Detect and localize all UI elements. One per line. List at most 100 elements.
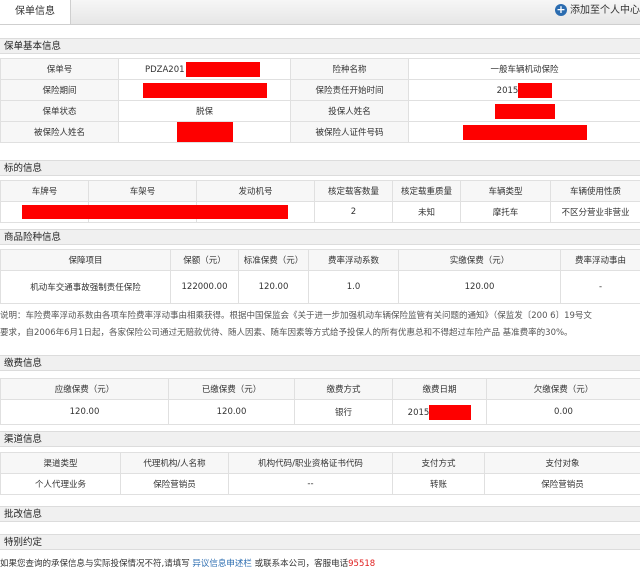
service-phone: 95518	[348, 559, 376, 569]
tab-bar: 保单信息 + 添加至个人中心	[0, 0, 640, 25]
label-insured-id: 被保险人证件号码	[290, 121, 409, 143]
cell-rate-factor: 1.0	[308, 270, 399, 304]
header-payment-method: 缴费方式	[294, 378, 393, 400]
value-coverage-start: 2015	[408, 79, 640, 101]
redaction-mark	[518, 82, 553, 98]
table-row: 保险期间 保险责任开始时间 2015	[0, 79, 640, 101]
redaction-mark	[185, 61, 260, 77]
payment-info-table: 应缴保费（元） 已缴保费（元） 缴费方式 缴费日期 欠缴保费（元） 120.00…	[0, 378, 640, 425]
channel-info-table: 渠道类型 代理机构/人名称 机构代码/职业资格证书代码 支付方式 支付对象 个人…	[0, 452, 640, 495]
section-product-title: 商品险种信息	[0, 229, 640, 245]
cell-agency-code: --	[228, 473, 393, 495]
header-agency-code: 机构代码/职业资格证书代码	[228, 452, 393, 474]
header-engine-no: 发动机号	[196, 180, 315, 202]
header-rate-reason: 费率浮动事由	[560, 249, 640, 271]
header-channel-type: 渠道类型	[0, 452, 121, 474]
label-insured-name: 被保险人姓名	[0, 121, 119, 143]
section-channel-title: 渠道信息	[0, 431, 640, 447]
header-vehicle-usage: 车辆使用性质	[550, 180, 640, 202]
cell-passenger-capacity: 2	[314, 201, 393, 223]
header-payment-date: 缴费日期	[392, 378, 487, 400]
table-row: 机动车交通事故强制责任保险 122000.00 120.00 1.0 120.0…	[0, 270, 640, 304]
cell-payment-date: 2015	[392, 399, 487, 425]
cell-payment-method: 银行	[294, 399, 393, 425]
value-insured-name	[118, 121, 291, 143]
label-coverage-start: 保险责任开始时间	[290, 79, 409, 101]
header-premium-owed: 欠缴保费（元）	[486, 378, 640, 400]
header-pay-target: 支付对象	[484, 452, 640, 474]
cell-premium-paid: 120.00	[168, 399, 295, 425]
cell-load-capacity: 未知	[392, 201, 461, 223]
header-load-capacity: 核定载重质量	[392, 180, 461, 202]
section-special-terms-title: 特别约定	[0, 534, 640, 550]
product-info-table: 保障项目 保额（元） 标准保费（元） 费率浮动系数 实缴保费（元） 费率浮动事由…	[0, 249, 640, 304]
cell-coverage-item: 机动车交通事故强制责任保险	[0, 270, 171, 304]
table-row: 被保险人姓名 被保险人证件号码	[0, 121, 640, 143]
redaction-mark	[176, 122, 233, 142]
cell-rate-reason: -	[560, 270, 640, 304]
header-standard-premium: 标准保费（元）	[238, 249, 309, 271]
header-premium-paid: 已缴保费（元）	[168, 378, 295, 400]
cell-vehicle-type: 摩托车	[460, 201, 551, 223]
cell-actual-premium: 120.00	[398, 270, 561, 304]
footer-text: 如果您查询的承保信息与实际投保情况不符,请填写	[0, 559, 193, 569]
table-header-row: 渠道类型 代理机构/人名称 机构代码/职业资格证书代码 支付方式 支付对象	[0, 452, 640, 474]
tab-policy-info[interactable]: 保单信息	[0, 0, 71, 24]
redaction-mark	[494, 103, 555, 119]
section-basic-title: 保单基本信息	[0, 38, 640, 54]
cell-agent-name: 保险营销员	[120, 473, 229, 495]
header-sum-insured: 保额（元）	[170, 249, 239, 271]
label-policy-no: 保单号	[0, 58, 119, 80]
header-agent-name: 代理机构/人名称	[120, 452, 229, 474]
label-applicant-name: 投保人姓名	[290, 100, 409, 122]
footer-contact: 如果您查询的承保信息与实际投保情况不符,请填写 异议信息申述栏 或联系本公司，客…	[0, 556, 640, 572]
label-policy-status: 保单状态	[0, 100, 119, 122]
rate-note-line-2: 要求，自2006年6月1日起，各家保险公司通过无赔款优待、随人因素、随车因素等方…	[0, 328, 573, 338]
cell-premium-owed: 0.00	[486, 399, 640, 425]
cell-standard-premium: 120.00	[238, 270, 309, 304]
add-link-label: 添加至个人中心	[570, 5, 640, 16]
cell-channel-type: 个人代理业务	[0, 473, 121, 495]
cell-vehicle-usage: 不区分营业非营业	[550, 201, 640, 223]
value-policy-no: PDZA201	[118, 58, 291, 80]
table-row: 120.00 120.00 银行 2015 0.00	[0, 399, 640, 425]
header-plate-no: 车牌号	[0, 180, 89, 202]
header-vin: 车架号	[88, 180, 197, 202]
header-passenger-capacity: 核定载客数量	[314, 180, 393, 202]
table-header-row: 车牌号 车架号 发动机号 核定载客数量 核定载重质量 车辆类型 车辆使用性质	[0, 180, 640, 202]
header-vehicle-type: 车辆类型	[460, 180, 551, 202]
header-actual-premium: 实缴保费（元）	[398, 249, 561, 271]
section-target-title: 标的信息	[0, 160, 640, 176]
cell-sum-insured: 122000.00	[170, 270, 239, 304]
plus-circle-icon: +	[555, 3, 567, 16]
header-premium-due: 应缴保费（元）	[0, 378, 169, 400]
value-insurance-type: 一般车辆机动保险	[408, 58, 640, 80]
table-header-row: 保障项目 保额（元） 标准保费（元） 费率浮动系数 实缴保费（元） 费率浮动事由	[0, 249, 640, 271]
header-rate-factor: 费率浮动系数	[308, 249, 399, 271]
value-applicant-name	[408, 100, 640, 122]
footer-contact-text: 或联系本公司，客服电话	[251, 559, 349, 569]
cell-pay-target: 保险营销员	[484, 473, 640, 495]
header-coverage-item: 保障项目	[0, 249, 171, 271]
redaction-mark	[429, 404, 472, 420]
redaction-mark	[22, 205, 288, 219]
dispute-info-link[interactable]: 异议信息申述栏	[192, 559, 252, 569]
basic-info-table: 保单号 PDZA201 险种名称 一般车辆机动保险 保险期间 保险责任开始时间 …	[0, 58, 640, 143]
add-to-personal-center-link[interactable]: + 添加至个人中心	[555, 0, 640, 22]
table-header-row: 应缴保费（元） 已缴保费（元） 缴费方式 缴费日期 欠缴保费（元）	[0, 378, 640, 400]
section-endorsement-title: 批改信息	[0, 506, 640, 522]
table-row: 保单状态 脱保 投保人姓名	[0, 100, 640, 122]
label-insurance-type: 险种名称	[290, 58, 409, 80]
cell-premium-due: 120.00	[0, 399, 169, 425]
rate-note-line-1: 说明：车险费率浮动系数由各项车险费率浮动事由相乘获得。根据中国保监会《关于进一步…	[0, 311, 592, 321]
redaction-mark	[462, 124, 587, 140]
value-policy-period	[118, 79, 291, 101]
cell-pay-method: 转账	[392, 473, 485, 495]
table-row: 保单号 PDZA201 险种名称 一般车辆机动保险	[0, 58, 640, 80]
redaction-mark	[142, 82, 267, 98]
table-row: 个人代理业务 保险营销员 -- 转账 保险营销员	[0, 473, 640, 495]
label-policy-period: 保险期间	[0, 79, 119, 101]
section-payment-title: 缴费信息	[0, 355, 640, 371]
value-insured-id	[408, 121, 640, 143]
value-policy-status: 脱保	[118, 100, 291, 122]
